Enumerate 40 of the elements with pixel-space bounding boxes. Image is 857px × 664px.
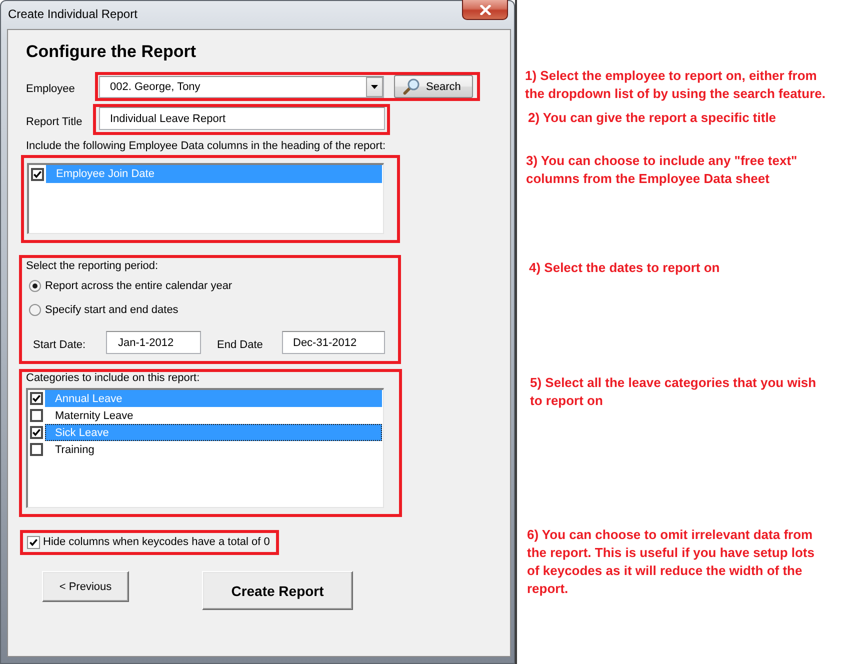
checkbox[interactable] — [30, 443, 43, 456]
list-item[interactable]: Training — [45, 441, 382, 458]
field-label: Employee — [26, 82, 76, 96]
checkbox[interactable] — [30, 426, 43, 439]
search-button[interactable]: Search — [394, 75, 473, 98]
radio-label: Specify start and end dates — [45, 304, 178, 316]
report-title-field[interactable]: Individual Leave Report — [99, 107, 385, 130]
radio-label: Report across the entire calendar year — [45, 280, 232, 292]
close-button[interactable] — [462, 0, 508, 20]
section-label: Include the following Employee Data columns in the heading of the report: — [26, 140, 386, 153]
annotation-note: 3) You can choose to include any "free text" columns from the Employee Data sheet — [526, 152, 798, 188]
checkbox[interactable] — [30, 392, 43, 405]
create-report-button[interactable]: Create Report — [202, 571, 353, 610]
annotation-note: 2) You can give the report a specific title — [528, 109, 778, 127]
field-label: Report Title — [26, 114, 84, 128]
section-label: Categories to include on this report: — [26, 372, 200, 385]
checkbox[interactable] — [31, 168, 44, 180]
start-date-field[interactable]: Jan-1-2012 — [106, 331, 201, 354]
section-label: Select the reporting period: — [26, 260, 158, 273]
checkbox-label: Hide columns when keycodes have a total of 0 — [43, 536, 270, 549]
annotation-note: 4) Select the dates to report on — [529, 259, 721, 277]
radio-button[interactable] — [29, 280, 41, 292]
list-item[interactable]: Maternity Leave — [45, 407, 382, 424]
field-label: End Date — [217, 339, 264, 352]
caret-icon — [371, 84, 378, 88]
employee-dropdown[interactable]: 002. George, Tony — [99, 76, 384, 98]
page-heading: Configure the Report — [26, 41, 196, 63]
previous-button[interactable]: < Previous — [42, 571, 129, 602]
window-title: Create Individual Report — [7, 6, 138, 23]
search-icon — [403, 78, 420, 95]
end-date-field[interactable]: Dec-31-2012 — [282, 331, 385, 354]
checkbox[interactable] — [27, 536, 40, 549]
annotation-note: 6) You can choose to omit irrelevant data from the report. This is useful if you have setup lots of keycodes as it will reduce the width of the report. — [527, 526, 816, 598]
dropdown-arrow-button[interactable] — [366, 76, 383, 96]
radio-button[interactable] — [29, 304, 41, 316]
field-label: Start Date: — [33, 339, 87, 352]
annotation-note: 1) Select the employee to report on, either from the dropdown list of by using the search feature. — [525, 67, 826, 103]
annotation-note: 5) Select all the leave categories that you wish to report on — [530, 374, 818, 410]
close-icon — [480, 4, 490, 14]
checkbox[interactable] — [30, 409, 43, 422]
